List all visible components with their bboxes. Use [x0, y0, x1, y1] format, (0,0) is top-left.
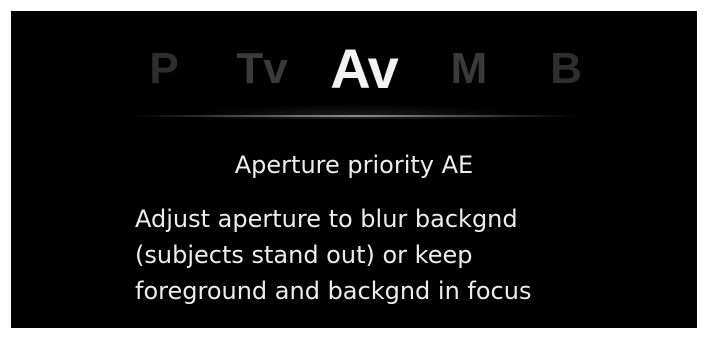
mode-option-m[interactable]: M: [451, 39, 488, 99]
divider: [131, 115, 577, 117]
mode-dial-row: P Tv Av M B: [11, 39, 697, 99]
mode-option-tv[interactable]: Tv: [236, 39, 287, 99]
mode-option-p[interactable]: P: [149, 39, 178, 99]
mode-option-av-selected[interactable]: Av: [330, 39, 399, 99]
mode-name-title: Aperture priority AE: [234, 151, 474, 179]
description-line: (subjects stand out) or keep: [135, 241, 473, 269]
mode-option-b[interactable]: B: [550, 39, 582, 99]
description-line: Adjust aperture to blur backgnd: [135, 205, 518, 233]
mode-description: Adjust aperture to blur backgnd (subject…: [135, 201, 685, 309]
shooting-mode-screen: P Tv Av M B Aperture priority AE Adjust …: [11, 11, 697, 328]
description-line: foreground and backgnd in focus: [135, 277, 532, 305]
